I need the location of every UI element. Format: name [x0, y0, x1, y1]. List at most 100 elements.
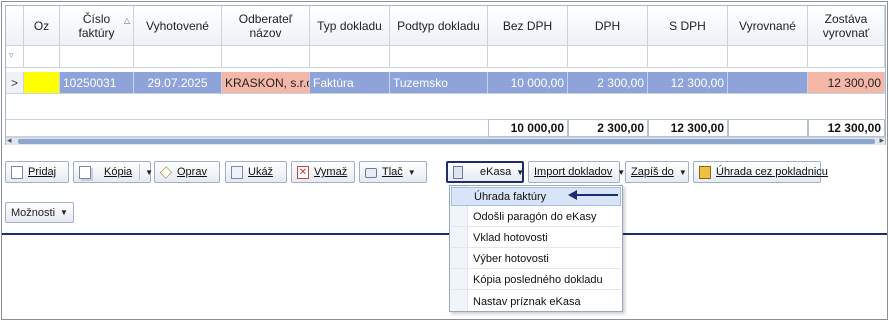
cell-invoice-number[interactable]: 10250031: [60, 72, 134, 94]
filter-cell[interactable]: [488, 46, 568, 68]
cell-oz[interactable]: [24, 72, 60, 94]
filter-cell[interactable]: [390, 46, 488, 68]
filter-cell[interactable]: [134, 46, 222, 68]
total-vat: 2 300,00: [568, 119, 648, 137]
pencil-icon: [159, 165, 173, 179]
ekasa-button[interactable]: eKasa ▼: [446, 161, 524, 183]
total-gross: 12 300,00: [648, 119, 728, 137]
totals-spacer: [6, 119, 488, 137]
cash-register-icon: [453, 165, 463, 179]
split-divider: [139, 164, 141, 180]
ekasa-button-label: eKasa: [480, 166, 512, 178]
header-issued[interactable]: Vyhotovené: [134, 6, 222, 46]
print-button[interactable]: Tlač ▼: [359, 161, 427, 183]
cell-customer[interactable]: KRASKON, s.r.o.: [222, 72, 310, 94]
print-button-label: Tlač: [382, 166, 403, 178]
filter-cell[interactable]: ▿: [6, 46, 24, 68]
filter-cell[interactable]: [648, 46, 728, 68]
filter-cell[interactable]: [808, 46, 885, 68]
header-doc-type[interactable]: Typ dokladu: [310, 6, 390, 46]
header-vat[interactable]: DPH: [568, 6, 648, 46]
arrow-line: [576, 194, 618, 196]
options-button-label: Možnosti: [11, 206, 56, 219]
pointer-arrow-icon: [568, 190, 618, 200]
add-button[interactable]: Pridaj: [5, 161, 69, 183]
filter-row: ▿: [6, 46, 885, 68]
new-document-icon: [11, 165, 23, 179]
total-settled: [728, 119, 808, 137]
ekasa-dropdown-menu: Úhrada faktúry Odošli paragón do eKasy V…: [449, 185, 623, 312]
header-settled[interactable]: Vyrovnané: [728, 6, 808, 46]
header-gross[interactable]: S DPH: [648, 6, 728, 46]
totals-row: 10 000,00 2 300,00 12 300,00 12 300,00: [6, 119, 885, 137]
cell-gross[interactable]: 12 300,00: [648, 72, 728, 94]
filter-cell[interactable]: [728, 46, 808, 68]
menu-item-set-ekasa-flag[interactable]: Nastav príznak eKasa: [451, 292, 621, 311]
filter-cell[interactable]: [60, 46, 134, 68]
toolbar: Pridaj Kópia ▼ Oprav Ukáž ✕ Vymaž Tlač ▼…: [5, 161, 886, 185]
filter-cell[interactable]: [222, 46, 310, 68]
header-indicator: [6, 6, 24, 46]
table-row[interactable]: > 10250031 29.07.2025 KRASKON, s.r.o. Fa…: [6, 72, 885, 94]
total-net: 10 000,00: [488, 119, 568, 137]
view-button-label: Ukáž: [248, 166, 274, 178]
cell-settled[interactable]: [728, 72, 808, 94]
payment-icon: [699, 165, 711, 179]
filter-cell[interactable]: [568, 46, 648, 68]
header-invoice-number[interactable]: Číslo faktúry △: [60, 6, 134, 46]
view-icon: [231, 165, 243, 179]
window-frame: Oz Číslo faktúry △ Vyhotovené Odberateľ …: [1, 1, 888, 320]
cell-issued[interactable]: 29.07.2025: [134, 72, 222, 94]
grid-header: Oz Číslo faktúry △ Vyhotovené Odberateľ …: [6, 6, 885, 46]
delete-button[interactable]: ✕ Vymaž: [291, 161, 355, 183]
edit-button[interactable]: Oprav: [154, 161, 220, 183]
import-button[interactable]: Import dokladov ▼: [528, 161, 625, 183]
printer-icon: [365, 168, 377, 178]
menu-item-cash-withdrawal[interactable]: Výber hotovosti: [451, 250, 621, 269]
import-button-label: Import dokladov: [534, 166, 613, 178]
cell-vat[interactable]: 2 300,00: [568, 72, 648, 94]
chevron-down-icon[interactable]: ▼: [679, 168, 687, 177]
header-oz[interactable]: Oz: [24, 6, 60, 46]
grid-empty-area: [6, 94, 885, 119]
invoice-grid: Oz Číslo faktúry △ Vyhotovené Odberateľ …: [5, 5, 886, 145]
total-remaining: 12 300,00: [808, 119, 885, 137]
pay-register-button-label: Úhrada cez pokladnicu: [716, 166, 828, 178]
options-button[interactable]: Možnosti ▼: [5, 202, 74, 223]
add-button-label: Pridaj: [28, 166, 57, 178]
section-divider: [2, 233, 887, 235]
chevron-down-icon[interactable]: ▼: [408, 168, 416, 177]
menu-item-copy-last-document[interactable]: Kópia posledného dokladu: [451, 271, 621, 290]
chevron-down-icon[interactable]: ▼: [60, 208, 68, 217]
menu-item-cash-deposit[interactable]: Vklad hotovosti: [451, 229, 621, 248]
header-doc-subtype[interactable]: Podtyp dokladu: [390, 6, 488, 46]
filter-cell[interactable]: [310, 46, 390, 68]
copy-button-label: Kópia: [104, 166, 133, 178]
view-button[interactable]: Ukáž: [225, 161, 287, 183]
delete-icon: ✕: [297, 165, 309, 179]
copy-button[interactable]: Kópia ▼: [73, 161, 153, 183]
chevron-down-icon[interactable]: ▼: [516, 168, 524, 177]
scroll-right-icon[interactable]: ▸: [879, 135, 884, 146]
write-to-button[interactable]: Zapíš do ▼: [625, 161, 689, 183]
pay-register-button[interactable]: Úhrada cez pokladnicu: [693, 161, 828, 183]
scroll-left-icon[interactable]: ◂: [7, 135, 12, 146]
row-indicator: >: [6, 72, 24, 94]
menu-item-send-receipt[interactable]: Odošli paragón do eKasy: [451, 208, 621, 227]
scrollbar-thumb[interactable]: [18, 139, 875, 144]
copy-icon: [79, 165, 91, 179]
filter-cell[interactable]: [24, 46, 60, 68]
cell-remaining[interactable]: 12 300,00: [808, 72, 885, 94]
chevron-down-icon[interactable]: ▼: [145, 168, 153, 177]
cell-doc-type[interactable]: Faktúra: [310, 72, 390, 94]
edit-button-label: Oprav: [177, 166, 207, 178]
chevron-down-icon[interactable]: ▼: [617, 168, 625, 177]
filter-icon: ▿: [9, 50, 14, 60]
header-customer[interactable]: Odberateľ názov: [222, 6, 310, 46]
horizontal-scrollbar[interactable]: ◂ ▸: [6, 135, 885, 146]
sort-ascending-icon: △: [123, 16, 130, 25]
cell-net[interactable]: 10 000,00: [488, 72, 568, 94]
header-remaining[interactable]: Zostáva vyrovnať: [808, 6, 885, 46]
cell-doc-subtype[interactable]: Tuzemsko: [390, 72, 488, 94]
header-net[interactable]: Bez DPH: [488, 6, 568, 46]
